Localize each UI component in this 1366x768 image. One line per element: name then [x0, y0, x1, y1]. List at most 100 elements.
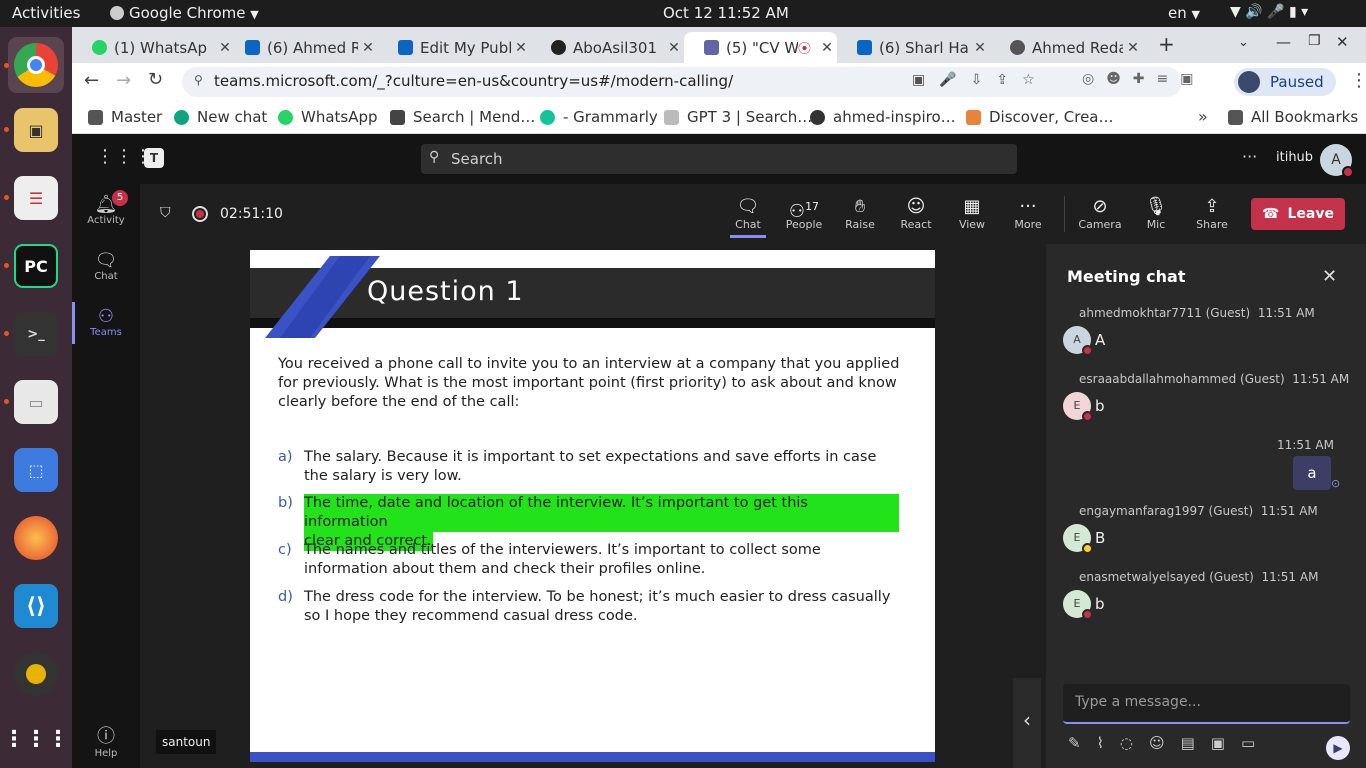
image-viewer-icon[interactable]: ▣: [14, 108, 58, 152]
bookmark-search[interactable]: Search | Mend…: [390, 108, 535, 126]
rail-activity[interactable]: 🔔︎ 5 Activity: [72, 190, 140, 226]
language-indicator[interactable]: en ▼: [1168, 4, 1200, 22]
chrome-dock-icon[interactable]: [8, 37, 64, 93]
reload-icon[interactable]: ↻: [148, 69, 163, 90]
chat-button[interactable]: 🗨︎ Chat: [720, 196, 776, 238]
close-icon[interactable]: ✕: [664, 40, 684, 56]
leave-button[interactable]: ☎ Leave: [1251, 198, 1345, 230]
meeting-stage: Question 1 You received a phone call to …: [140, 244, 1046, 768]
avatar: A: [1063, 326, 1093, 356]
files-icon[interactable]: ▭: [14, 380, 58, 424]
new-tab-button[interactable]: +: [1158, 32, 1175, 56]
camera-off-icon: ⊘: [1092, 196, 1108, 217]
document-viewer-icon[interactable]: ☰: [14, 176, 58, 220]
chat-title: Meeting chat: [1067, 267, 1186, 286]
vscode-icon[interactable]: ⟨⟩: [14, 584, 58, 628]
shield-icon[interactable]: ⛉: [160, 205, 171, 221]
rail-teams[interactable]: ⚇ Teams: [72, 302, 140, 344]
more-options-icon[interactable]: ···: [1242, 147, 1257, 166]
tab-github[interactable]: AboAsil301 ✕: [531, 32, 684, 63]
tab-website[interactable]: Ahmed Reda ✕: [990, 32, 1143, 63]
all-bookmarks[interactable]: All Bookmarks: [1228, 108, 1358, 126]
show-apps-icon[interactable]: ⋮⋮⋮: [3, 717, 69, 761]
recording-icon: ⦿: [797, 42, 811, 57]
user-avatar[interactable]: A: [1320, 144, 1354, 178]
running-indicator: [4, 127, 9, 132]
collapse-panel-button[interactable]: ‹: [1013, 678, 1041, 768]
tab-linkedin-2[interactable]: Edit My Publ ✕: [378, 32, 531, 63]
avatar: E: [1063, 590, 1093, 620]
send-icon[interactable]: ▶: [1326, 736, 1350, 760]
highlight-line-1: The time, date and location of the inter…: [304, 494, 899, 532]
people-button[interactable]: ⚇17 People: [776, 196, 832, 231]
close-icon[interactable]: ✕: [817, 40, 837, 56]
maximize-button[interactable]: ❐: [1308, 33, 1321, 49]
avatar: E: [1063, 392, 1093, 422]
mic-button[interactable]: 🎙︎ Mic: [1128, 196, 1184, 231]
dock: ▣ ☰ PC >_ ▭ ⬚ ⟨⟩ ⋮⋮⋮: [0, 27, 72, 768]
bookmark-new-chat[interactable]: New chat: [174, 108, 267, 126]
teams-icon: [704, 40, 719, 55]
clock[interactable]: Oct 12 11:52 AM: [663, 4, 789, 22]
forward-icon[interactable]: →: [116, 70, 131, 91]
more-icon: ···: [1019, 196, 1037, 217]
mic-off-icon: 🎙︎: [1144, 196, 1168, 217]
close-icon[interactable]: ✕: [1123, 40, 1143, 56]
bookmark-ahmed[interactable]: ahmed-inspiro…: [810, 108, 956, 126]
extension-icons[interactable]: ◎☻✚≡▣: [1082, 71, 1206, 87]
raise-hand-button[interactable]: ✋︎ Raise: [832, 196, 888, 231]
bookmark-whatsapp[interactable]: WhatsApp: [278, 108, 378, 126]
activities-button[interactable]: Activities: [12, 4, 80, 22]
share-button[interactable]: ⇪ Share: [1184, 196, 1240, 231]
discover-icon: [966, 109, 981, 125]
own-message: a: [1293, 456, 1331, 490]
tab-linkedin-3[interactable]: (6) Sharl Har ✕: [837, 32, 990, 63]
pycharm-icon[interactable]: PC: [14, 244, 58, 288]
close-icon[interactable]: ✕: [358, 40, 378, 56]
people-icon: ⚇17: [788, 200, 820, 222]
search-input[interactable]: ⚲ Search: [421, 144, 1017, 174]
activity-badge: 5: [112, 190, 128, 206]
compose-toolbar-icons[interactable]: ✎⌇◌☺▤▣▭: [1068, 734, 1271, 752]
bookmark-grammarly[interactable]: - Grammarly: [540, 108, 658, 126]
firefox-icon[interactable]: [14, 516, 58, 560]
bookmark-discover[interactable]: Discover, Crea…: [966, 108, 1114, 126]
folder-icon: [88, 109, 103, 125]
react-button[interactable]: ☺ React: [888, 196, 944, 231]
close-icon[interactable]: ✕: [970, 40, 990, 56]
omnibox[interactable]: ⚲ teams.microsoft.com/_?culture=en-us&co…: [182, 67, 1182, 97]
app-menu[interactable]: Google Chrome ▼: [110, 4, 259, 22]
avatar: E: [1063, 524, 1093, 554]
profile-button[interactable]: Paused: [1234, 68, 1336, 96]
meeting-timer: 02:51:10: [220, 206, 283, 222]
more-button[interactable]: ··· More: [1000, 196, 1056, 231]
view-button[interactable]: ▦ View: [944, 196, 1000, 231]
terminal-icon[interactable]: >_: [14, 312, 58, 356]
bookmark-gpt3[interactable]: GPT 3 | Search…: [664, 108, 812, 126]
divider: [1064, 196, 1065, 232]
menu-icon[interactable]: ⋮: [1350, 70, 1366, 91]
compose-input[interactable]: Type a message...: [1063, 684, 1350, 724]
omnibox-action-icons[interactable]: ▣🎤⇩⇪☆: [912, 72, 1049, 88]
minimize-button[interactable]: —: [1276, 33, 1291, 51]
close-window-button[interactable]: ✕: [1336, 33, 1349, 51]
tab-whatsapp[interactable]: (1) WhatsAp ✕: [72, 32, 235, 63]
rail-help[interactable]: ⓘ Help: [72, 722, 140, 759]
more-bookmarks-icon[interactable]: »: [1198, 107, 1208, 126]
back-icon[interactable]: ←: [84, 70, 99, 91]
system-status-icons[interactable]: ▼ 🔊 🎤 ▮ ▾: [1230, 4, 1308, 20]
search-icon: ⚲: [429, 149, 440, 165]
bookmark-master[interactable]: Master: [88, 108, 162, 126]
close-chat-button[interactable]: ✕: [1322, 266, 1337, 287]
tab-linkedin-1[interactable]: (6) Ahmed R ✕: [225, 32, 378, 63]
close-icon[interactable]: ✕: [511, 40, 531, 56]
rail-chat[interactable]: 🗨︎ Chat: [72, 250, 140, 282]
rhythmbox-icon[interactable]: [14, 652, 58, 696]
tab-teams-active[interactable]: (5) "CV W ⦿ ✕: [684, 32, 837, 63]
screenshot-icon[interactable]: ⬚: [14, 448, 58, 492]
camera-button[interactable]: ⊘ Camera: [1072, 196, 1128, 231]
globe-icon: [810, 109, 825, 125]
site-info-icon[interactable]: ⚲: [194, 73, 203, 87]
tab-search-icon[interactable]: ⌄: [1238, 35, 1249, 50]
running-indicator: [4, 195, 9, 200]
